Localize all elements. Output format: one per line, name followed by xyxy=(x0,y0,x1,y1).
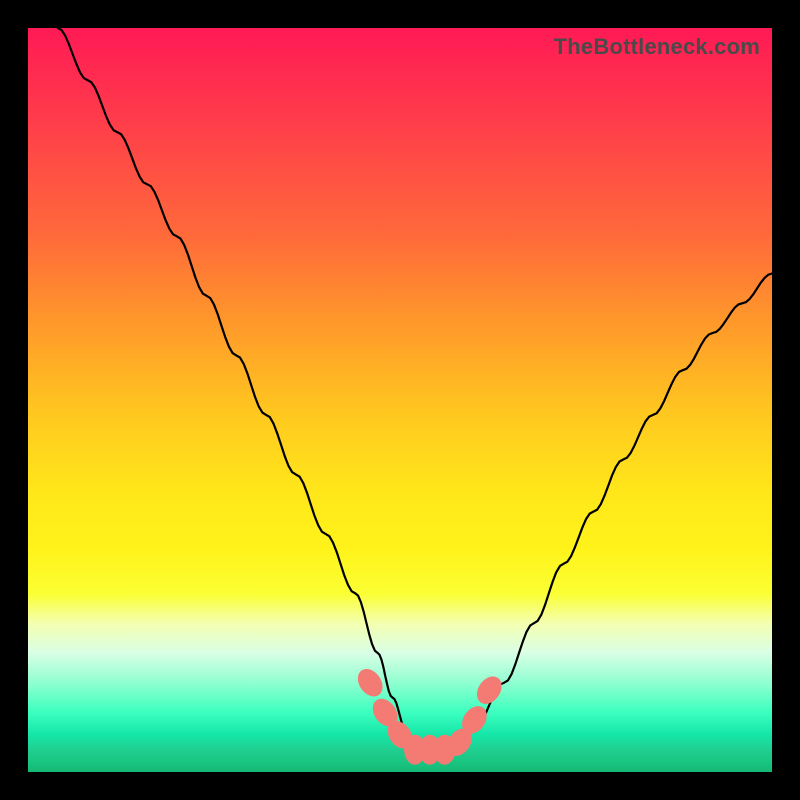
plot-area: TheBottleneck.com xyxy=(28,28,772,772)
curve-path xyxy=(58,28,772,757)
curve-marker xyxy=(353,664,388,701)
curve-marker xyxy=(472,672,507,709)
bottleneck-curve xyxy=(28,28,772,772)
chart-frame: TheBottleneck.com xyxy=(0,0,800,800)
